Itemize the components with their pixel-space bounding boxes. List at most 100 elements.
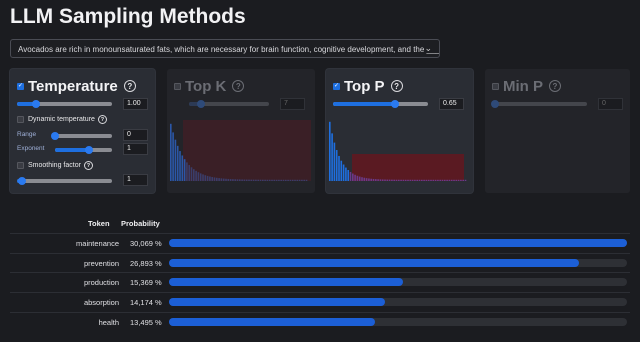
histogram-bar [209,176,211,181]
probability-cell: 26,893 % [130,258,162,268]
top-p-checkbox[interactable]: ✓ [333,82,340,90]
histogram-bar [248,179,250,181]
histogram-bar [245,179,248,181]
histogram-bar [271,179,273,181]
slider-handle[interactable] [17,177,26,185]
table-row: absorption 14,174 % [10,292,630,311]
smoothing-input[interactable]: 1 [123,174,148,186]
prompt-text: Avocados are rich in monounsaturated fat… [18,45,440,54]
histogram-bar [432,179,435,181]
histogram-bar [329,121,331,181]
top-k-checkbox[interactable] [174,82,181,90]
smoothing-slider[interactable] [17,177,112,185]
slider-handle[interactable] [32,100,40,108]
temperature-slider[interactable] [17,100,112,108]
help-icon[interactable]: ? [390,80,403,92]
histogram-bar [294,179,296,181]
help-icon[interactable]: ? [232,80,245,92]
min-p-input[interactable]: 0 [598,98,623,110]
range-input[interactable]: 0 [123,129,148,141]
histogram-bar [416,179,419,181]
histogram-bar [176,145,179,181]
smoothing-factor-checkbox[interactable] [17,162,24,169]
temperature-title: Temperature [28,77,118,95]
histogram-bar [402,179,405,181]
histogram-bar [264,179,266,181]
histogram-bar [179,151,181,181]
histogram-bar [234,179,237,181]
histogram-bar [204,175,207,181]
token-cell: health [98,317,119,327]
histogram-bar [386,179,389,181]
table-row: prevention 26,893 % [10,252,630,272]
histogram-bar [259,179,262,181]
probability-cell: 15,369 % [130,278,162,288]
exponent-slider[interactable] [55,146,112,154]
histogram-bar [409,179,412,181]
min-p-checkbox[interactable] [492,82,499,90]
histogram-bar [257,179,260,181]
slider-handle[interactable] [390,100,399,108]
probability-track [169,239,627,247]
slider-handle[interactable] [197,100,205,108]
histogram-bar [266,179,269,181]
temperature-checkbox[interactable]: ✓ [17,82,24,90]
temperature-panel: ✓ Temperature ? 1.00 Dynamic temperature… [10,69,155,193]
histogram-bar [345,167,347,181]
dynamic-temperature-checkbox[interactable] [17,116,24,123]
top-k-input[interactable]: 7 [280,98,305,110]
histogram-bar [372,178,375,181]
histogram-bar [199,173,202,181]
top-p-slider[interactable] [333,100,428,108]
slider-handle[interactable] [491,100,499,108]
histogram-bar [227,178,230,181]
histogram-bar [216,177,218,181]
histogram-bar [455,179,458,181]
histogram-bar [335,150,338,181]
range-slider[interactable] [51,132,112,140]
histogram-bar [305,179,308,181]
histogram-bar [457,179,460,181]
histogram-bar [301,179,303,181]
histogram-bar [287,179,289,181]
page-title: LLM Sampling Methods [10,5,246,28]
histogram-bar [411,179,414,181]
histogram-bar [368,178,370,181]
histogram-bar [252,179,255,181]
histogram-bar [331,133,333,181]
histogram-bar [282,179,285,181]
range-label: Range [17,131,37,138]
help-icon[interactable]: ? [123,80,136,92]
histogram-bar [446,179,448,181]
histogram-bar [423,179,425,181]
histogram-bar [262,179,264,181]
exponent-input[interactable]: 1 [123,143,148,155]
histogram-bar [188,165,191,181]
chevron-down-icon: ⌄ [424,43,432,53]
probability-track [169,258,627,267]
histogram-bar [370,178,373,181]
help-icon[interactable]: ? [549,80,561,92]
min-p-slider[interactable] [491,100,587,108]
histogram-bar [239,179,241,181]
probability-cell: 30,069 % [130,239,162,248]
probability-bar [169,239,627,247]
histogram-bar [333,142,336,181]
histogram-bar [381,179,384,181]
histogram-bar [197,172,200,181]
slider-handle[interactable] [85,146,94,154]
histogram-bar [340,160,343,181]
histogram-bar [427,179,430,181]
table-row: production 15,369 % [10,272,630,291]
histogram-bar [441,179,444,181]
histogram-bar [391,179,393,181]
slider-handle[interactable] [51,132,59,140]
top-k-slider[interactable] [189,100,269,108]
prompt-select[interactable]: Avocados are rich in monounsaturated fat… [10,39,440,58]
histogram-bar [356,175,359,181]
top-p-input[interactable]: 0.65 [439,98,464,110]
help-icon[interactable]: ? [97,115,107,124]
histogram-bar [404,179,407,181]
temperature-input[interactable]: 1.00 [123,98,148,110]
help-icon[interactable]: ? [83,161,93,170]
